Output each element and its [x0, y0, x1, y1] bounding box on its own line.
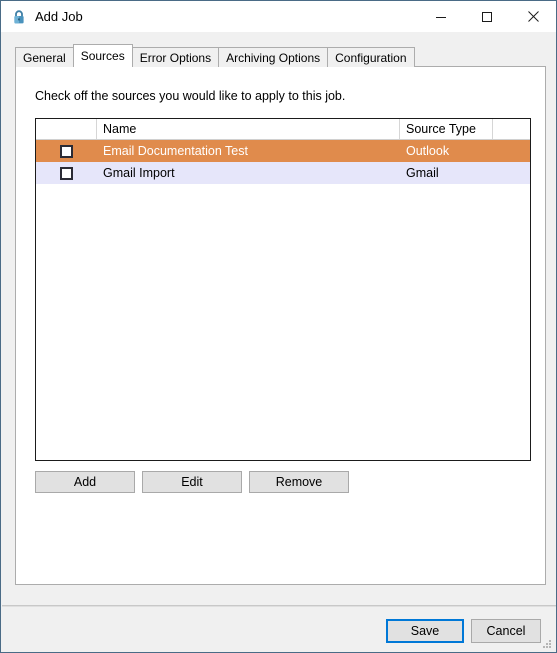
row-source-type: Gmail — [406, 166, 439, 180]
row-checkbox[interactable] — [60, 144, 73, 158]
window-title: Add Job — [35, 9, 83, 24]
title-bar[interactable]: Add Job — [1, 1, 556, 32]
row-checkbox-cell[interactable] — [36, 140, 97, 162]
table-row[interactable]: Gmail Import Gmail — [36, 162, 530, 184]
resize-grip[interactable] — [541, 637, 553, 649]
close-icon — [527, 11, 539, 22]
minimize-icon — [436, 16, 446, 18]
row-filler — [493, 140, 530, 162]
grid-header-name[interactable]: Name — [97, 119, 400, 139]
tab-archiving-options[interactable]: Archiving Options — [218, 47, 329, 67]
row-source-type: Outlook — [406, 144, 450, 158]
remove-button[interactable]: Remove — [249, 471, 349, 493]
grid-header-row: Name Source Type — [36, 119, 530, 140]
instruction-text: Check off the sources you would like to … — [35, 89, 346, 103]
tab-sources[interactable]: Sources — [72, 44, 133, 67]
add-button[interactable]: Add — [35, 471, 135, 493]
lock-icon — [11, 9, 27, 25]
tab-error-options-label: Error Options — [139, 50, 212, 65]
tab-configuration-label: Configuration — [335, 50, 407, 65]
tab-error-options[interactable]: Error Options — [131, 47, 220, 67]
tab-configuration[interactable]: Configuration — [327, 47, 415, 67]
row-checkbox[interactable] — [60, 166, 73, 180]
table-row[interactable]: Email Documentation Test Outlook — [36, 140, 530, 162]
row-name: Email Documentation Test — [103, 144, 248, 158]
tab-sources-label: Sources — [80, 49, 125, 63]
save-button[interactable]: Save — [386, 619, 464, 643]
tab-general-label: General — [23, 50, 66, 65]
tab-strip: General Sources Error Options Archiving … — [15, 44, 415, 67]
grid-header-source-type[interactable]: Source Type — [400, 119, 493, 139]
dialog-footer: Save Cancel — [1, 607, 556, 652]
row-checkbox-cell[interactable] — [36, 162, 97, 184]
cancel-button[interactable]: Cancel — [471, 619, 541, 643]
close-button[interactable] — [510, 1, 556, 32]
sources-tab-panel: Check off the sources you would like to … — [15, 66, 546, 585]
minimize-button[interactable] — [418, 1, 464, 32]
sources-grid[interactable]: Name Source Type Email Documentation Tes… — [35, 118, 531, 461]
tab-archiving-options-label: Archiving Options — [226, 50, 321, 65]
grid-header-checkbox[interactable] — [36, 119, 97, 139]
edit-button[interactable]: Edit — [142, 471, 242, 493]
row-filler — [493, 162, 530, 184]
grid-header-filler — [493, 119, 530, 139]
add-job-dialog: Add Job General Sources Error Options Ar… — [0, 0, 557, 653]
maximize-icon — [482, 11, 492, 22]
window-controls — [418, 1, 556, 32]
maximize-button[interactable] — [464, 1, 510, 32]
tab-general[interactable]: General — [15, 47, 74, 67]
row-name: Gmail Import — [103, 166, 175, 180]
